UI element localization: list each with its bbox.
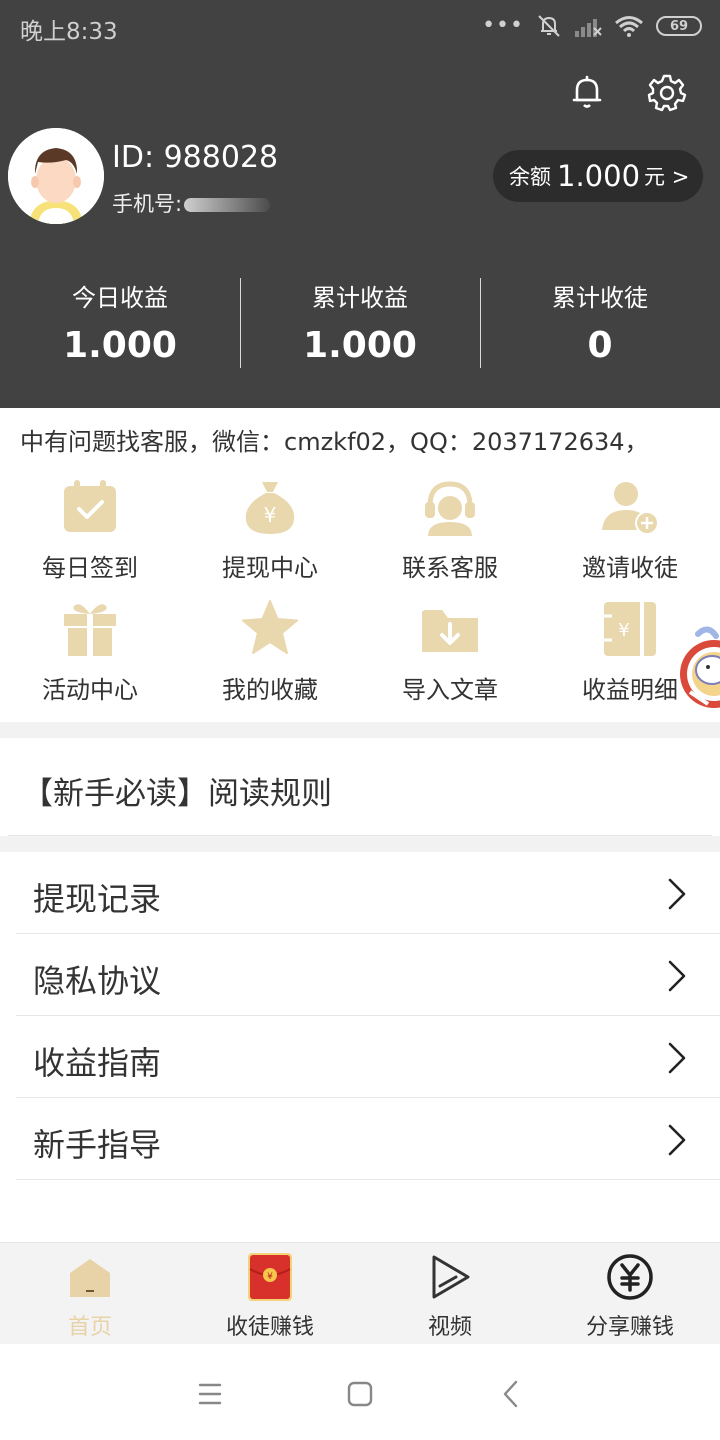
grid-label: 每日签到 (42, 554, 138, 582)
home-square-icon[interactable] (340, 1374, 380, 1414)
play-icon (432, 1255, 470, 1299)
stat-value: 1.000 (63, 325, 177, 366)
user-add-icon (602, 482, 659, 535)
status-bar: 晚上8:33 ••• 69 (0, 0, 720, 52)
user-id: ID: 988028 (112, 140, 279, 175)
avatar[interactable] (8, 128, 104, 224)
svg-text:¥: ¥ (618, 620, 629, 641)
floating-mascot-button[interactable] (668, 622, 720, 722)
balance-amount: 1.000 (557, 159, 641, 193)
balance-unit: 元 > (644, 165, 690, 189)
menu-label: 隐私协议 (33, 962, 162, 1000)
chevron-right-icon (668, 878, 686, 910)
wallet-icon: ¥ (604, 602, 656, 656)
earnings-stats: 今日收益 1.000 累计收益 1.000 累计收徒 0 (0, 268, 720, 378)
wifi-icon (615, 16, 643, 37)
grid-item-daily-checkin[interactable]: 每日签到 (0, 470, 180, 590)
calendar-check-icon (64, 480, 116, 532)
battery-icon: 69 (656, 16, 702, 36)
menu-label: 收益指南 (33, 1044, 162, 1082)
stat-value: 0 (587, 325, 613, 366)
home-icon (70, 1259, 110, 1297)
grid-item-withdraw-center[interactable]: ¥ 提现中心 (180, 470, 360, 590)
star-icon (242, 600, 298, 654)
notice-text: 【新手必读】阅读规则 (22, 776, 332, 812)
grid-label: 联系客服 (402, 554, 498, 582)
grid-label: 提现中心 (222, 554, 318, 582)
announcement-text: 中有问题找客服，微信：cmzkf02，QQ：2037172634， (20, 428, 649, 456)
announcement-marquee: 中有问题找客服，微信：cmzkf02，QQ：2037172634， (0, 408, 720, 468)
stat-label: 今日收益 (72, 284, 168, 312)
menu-icon[interactable] (190, 1374, 230, 1414)
bell-muted-icon (538, 15, 560, 37)
menu-item-withdraw-records[interactable]: 提现记录 (16, 852, 720, 934)
menu-label: 提现记录 (33, 880, 162, 918)
avatar-image (8, 128, 104, 224)
settings-menu: 提现记录 隐私协议 收益指南 新手指导 (0, 852, 720, 1180)
tab-home[interactable]: 首页 (0, 1243, 180, 1345)
grid-label: 导入文章 (402, 676, 498, 704)
balance-label: 余额 (509, 165, 551, 189)
stat-value: 1.000 (303, 325, 417, 366)
stat-total-apprentices: 累计收徒 0 (480, 268, 720, 378)
svg-text:¥: ¥ (267, 1272, 273, 1282)
gear-icon[interactable] (647, 72, 687, 112)
chevron-right-icon (668, 1042, 686, 1074)
stat-label: 累计收益 (312, 284, 408, 312)
bottom-tab-bar: 首页 ¥ 收徒赚钱 视频 分享赚钱 (0, 1242, 720, 1344)
menu-item-privacy-policy[interactable]: 隐私协议 (16, 934, 720, 1016)
stat-today-earnings: 今日收益 1.000 (0, 268, 240, 378)
system-nav-bar (0, 1344, 720, 1440)
grid-label: 我的收藏 (222, 676, 318, 704)
tab-recruit-earn[interactable]: ¥ 收徒赚钱 (180, 1243, 360, 1345)
bell-icon[interactable] (567, 72, 607, 112)
grid-item-import-article[interactable]: 导入文章 (360, 592, 540, 712)
phone-redacted (184, 198, 271, 212)
mascot-icon (680, 626, 720, 708)
stat-label: 累计收徒 (552, 284, 648, 312)
grid-item-activity-center[interactable]: 活动中心 (0, 592, 180, 712)
newbie-notice[interactable]: 【新手必读】阅读规则 (0, 738, 720, 836)
gift-icon (64, 604, 116, 656)
tab-share-earn[interactable]: 分享赚钱 (540, 1243, 720, 1345)
grid-label: 邀请收徒 (582, 554, 678, 582)
balance-button[interactable]: 余额 1.000 元 > (493, 150, 703, 202)
grid-item-my-favorites[interactable]: 我的收藏 (180, 592, 360, 712)
menu-label: 新手指导 (33, 1126, 162, 1164)
user-phone: 手机号: (112, 188, 271, 218)
status-icons: ••• 69 (482, 12, 702, 40)
money-bag-icon: ¥ (245, 482, 295, 534)
tab-label: 视频 (427, 1315, 472, 1340)
more-dots-icon: ••• (482, 13, 524, 38)
profile-header: 晚上8:33 ••• 69 ID: 988028 手机号: 余额 1.000 元… (0, 0, 720, 408)
phone-label: 手机号: (112, 192, 183, 216)
menu-item-newbie-guide[interactable]: 新手指导 (16, 1098, 720, 1180)
function-grid: 每日签到 ¥ 提现中心 联系客服 邀请收徒 活动中心 我的收藏 导入文章 ¥ 收… (0, 470, 720, 720)
back-icon[interactable] (492, 1374, 532, 1414)
chevron-right-icon (668, 960, 686, 992)
grid-label: 活动中心 (42, 676, 138, 704)
tab-label: 收徒赚钱 (225, 1315, 314, 1340)
grid-item-contact-service[interactable]: 联系客服 (360, 470, 540, 590)
grid-item-invite-apprentice[interactable]: 邀请收徒 (540, 470, 720, 590)
stat-total-earnings: 累计收益 1.000 (240, 268, 480, 378)
tab-video[interactable]: 视频 (360, 1243, 540, 1345)
status-time: 晚上8:33 (20, 19, 118, 45)
signal-icon (575, 19, 602, 37)
chevron-right-icon (668, 1124, 686, 1156)
red-envelope-icon: ¥ (248, 1253, 292, 1301)
menu-item-earnings-guide[interactable]: 收益指南 (16, 1016, 720, 1098)
folder-download-icon (422, 610, 478, 652)
svg-text:¥: ¥ (264, 503, 277, 527)
tab-label: 分享赚钱 (585, 1315, 674, 1340)
section-divider (0, 836, 720, 852)
headset-icon (425, 481, 475, 536)
section-divider (0, 722, 720, 738)
tab-label: 首页 (67, 1315, 112, 1340)
yen-circle-icon (607, 1254, 653, 1300)
